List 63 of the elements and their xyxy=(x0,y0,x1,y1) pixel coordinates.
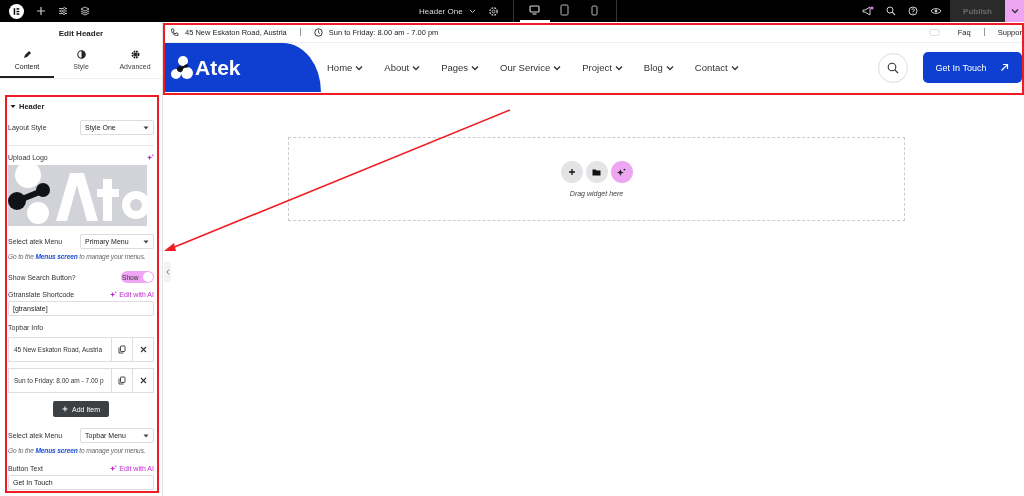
sparkle-icon[interactable] xyxy=(147,154,154,161)
panel-title: Edit Header xyxy=(58,28,104,38)
sliders-icon[interactable] xyxy=(58,6,68,16)
plus-icon xyxy=(567,168,576,176)
add-section-button[interactable] xyxy=(560,161,583,183)
publish-options-button[interactable] xyxy=(1005,0,1024,22)
site-logo-text[interactable]: Atek xyxy=(195,55,241,80)
eye-icon[interactable] xyxy=(930,7,942,15)
document-title-dropdown[interactable]: Header One xyxy=(419,6,476,16)
app-logo-icon[interactable] xyxy=(9,3,24,19)
search-button[interactable] xyxy=(878,52,908,83)
pencil-icon xyxy=(22,50,32,59)
get-in-touch-button[interactable]: Get In Touch xyxy=(923,52,1022,83)
logo-mark-icon xyxy=(171,55,193,80)
nav-menu-item[interactable]: Pages xyxy=(441,62,480,73)
template-library-button[interactable] xyxy=(585,161,608,183)
tablet-icon xyxy=(560,4,570,16)
clock-icon xyxy=(313,27,323,37)
sparkle-icon xyxy=(110,465,118,472)
collapse-panel-handle[interactable] xyxy=(164,262,171,282)
close-icon xyxy=(139,346,147,353)
chevron-down-icon xyxy=(412,64,421,71)
caret-down-icon xyxy=(143,239,149,244)
chevron-down-icon xyxy=(471,64,480,71)
chevron-down-icon xyxy=(1010,8,1019,14)
sparkle-icon xyxy=(617,167,626,177)
caret-down-icon xyxy=(10,104,16,109)
phone-icon xyxy=(170,27,179,37)
settings-icon[interactable] xyxy=(487,5,499,17)
search-icon[interactable] xyxy=(886,6,896,16)
copy-icon xyxy=(118,345,126,354)
search-icon xyxy=(887,61,899,74)
nav-menu-item[interactable]: Blog xyxy=(643,62,674,73)
arrow-up-right-icon xyxy=(1000,63,1010,72)
chevron-down-icon xyxy=(614,64,623,71)
phone-icon xyxy=(591,4,599,16)
caret-down-icon xyxy=(143,125,149,130)
chevron-down-icon xyxy=(468,8,476,14)
nav-menu-item[interactable]: Contact xyxy=(694,62,739,73)
nav-menu-item[interactable]: About xyxy=(384,62,421,73)
language-switcher[interactable] xyxy=(928,28,940,36)
close-icon xyxy=(139,377,147,384)
nav-menu-item[interactable]: Home xyxy=(327,62,364,73)
copy-icon xyxy=(118,376,126,385)
chevron-down-icon xyxy=(553,64,562,71)
add-icon[interactable] xyxy=(36,6,46,16)
nav-menu-item[interactable]: Project xyxy=(582,62,623,73)
half-circle-icon xyxy=(76,50,86,59)
plus-icon xyxy=(62,406,68,412)
sparkle-icon xyxy=(110,291,118,298)
chevron-down-icon xyxy=(665,64,674,71)
folder-icon xyxy=(592,168,601,176)
help-icon[interactable] xyxy=(908,6,918,16)
caret-down-icon xyxy=(143,433,149,438)
nav-menu-item[interactable]: Our Service xyxy=(500,62,562,73)
ai-generate-button[interactable] xyxy=(610,161,633,183)
chevron-down-icon xyxy=(730,64,739,71)
gear-icon xyxy=(130,50,140,59)
chevron-down-icon xyxy=(355,64,364,71)
chevron-left-icon xyxy=(165,269,170,275)
layers-icon[interactable] xyxy=(80,6,90,16)
monitor-icon xyxy=(529,5,541,15)
megaphone-icon[interactable] xyxy=(862,5,874,17)
